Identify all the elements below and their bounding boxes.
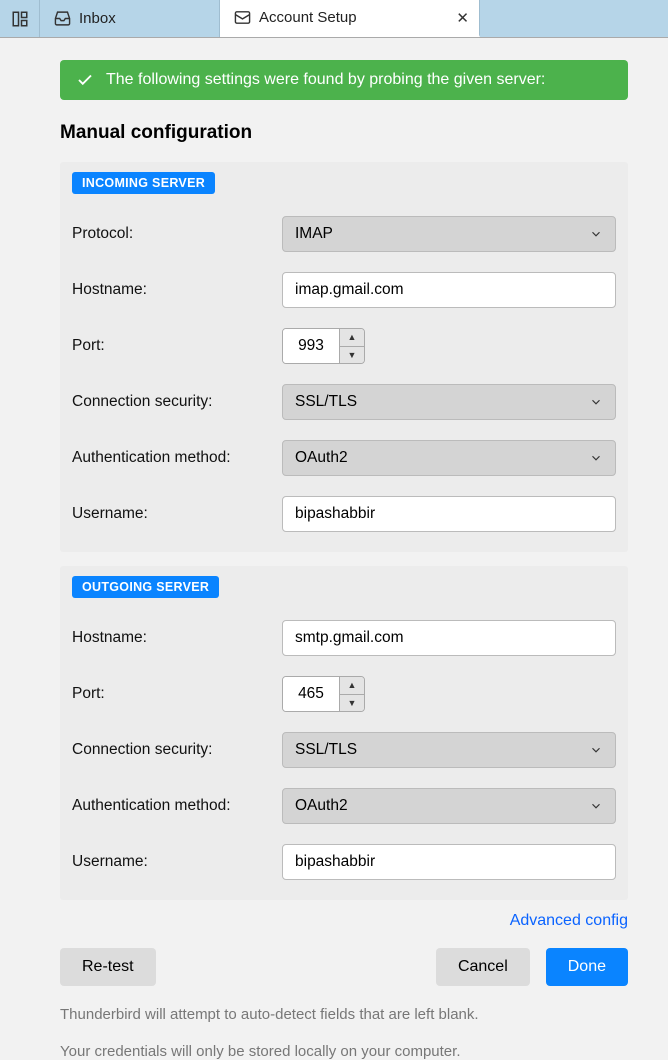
- incoming-server-block: INCOMING SERVER Protocol: IMAP Hostname:…: [60, 162, 628, 552]
- tab-bar: Inbox Account Setup ✕: [0, 0, 668, 38]
- outgoing-hostname-input[interactable]: [282, 620, 616, 656]
- protocol-label: Protocol:: [72, 225, 282, 243]
- cancel-button[interactable]: Cancel: [436, 948, 530, 986]
- outgoing-auth-label: Authentication method:: [72, 797, 282, 815]
- tab-account-setup[interactable]: Account Setup ✕: [220, 0, 480, 37]
- incoming-port-label: Port:: [72, 337, 282, 355]
- outgoing-username-label: Username:: [72, 853, 282, 871]
- outgoing-auth-value: OAuth2: [295, 797, 348, 815]
- outgoing-connsec-label: Connection security:: [72, 741, 282, 759]
- chevron-down-icon: [589, 227, 603, 241]
- spinner-down-icon[interactable]: ▼: [340, 347, 364, 364]
- outgoing-server-block: OUTGOING SERVER Hostname: Port: ▲ ▼ Conn…: [60, 566, 628, 900]
- incoming-port-stepper[interactable]: ▲ ▼: [282, 328, 365, 364]
- incoming-username-input[interactable]: [282, 496, 616, 532]
- tab-inbox[interactable]: Inbox: [40, 0, 220, 37]
- tab-inbox-label: Inbox: [79, 10, 116, 27]
- hint-autodetect: Thunderbird will attempt to auto-detect …: [60, 1006, 628, 1023]
- inbox-icon: [54, 10, 71, 27]
- outgoing-connsec-select[interactable]: SSL/TLS: [282, 732, 616, 768]
- outgoing-port-label: Port:: [72, 685, 282, 703]
- retest-button[interactable]: Re-test: [60, 948, 156, 986]
- spaces-toolbar-icon[interactable]: [0, 0, 40, 37]
- incoming-auth-label: Authentication method:: [72, 449, 282, 467]
- close-icon[interactable]: ✕: [456, 9, 469, 27]
- tab-account-setup-label: Account Setup: [259, 9, 357, 26]
- outgoing-hostname-label: Hostname:: [72, 629, 282, 647]
- outgoing-port-stepper[interactable]: ▲ ▼: [282, 676, 365, 712]
- outgoing-connsec-value: SSL/TLS: [295, 741, 357, 759]
- outgoing-port-input[interactable]: [283, 677, 339, 711]
- spinner-up-icon[interactable]: ▲: [340, 677, 364, 695]
- outgoing-heading: OUTGOING SERVER: [72, 576, 219, 598]
- incoming-heading: INCOMING SERVER: [72, 172, 215, 194]
- settings-icon: [234, 9, 251, 26]
- banner-text: The following settings were found by pro…: [106, 71, 545, 89]
- outgoing-auth-select[interactable]: OAuth2: [282, 788, 616, 824]
- incoming-port-input[interactable]: [283, 329, 339, 363]
- check-icon: [76, 71, 94, 89]
- incoming-connsec-value: SSL/TLS: [295, 393, 357, 411]
- incoming-hostname-label: Hostname:: [72, 281, 282, 299]
- protocol-select[interactable]: IMAP: [282, 216, 616, 252]
- section-title: Manual configuration: [60, 122, 628, 144]
- incoming-auth-select[interactable]: OAuth2: [282, 440, 616, 476]
- incoming-connsec-select[interactable]: SSL/TLS: [282, 384, 616, 420]
- success-banner: The following settings were found by pro…: [60, 60, 628, 100]
- chevron-down-icon: [589, 799, 603, 813]
- outgoing-username-input[interactable]: [282, 844, 616, 880]
- spinner-up-icon[interactable]: ▲: [340, 329, 364, 347]
- incoming-username-label: Username:: [72, 505, 282, 523]
- incoming-hostname-input[interactable]: [282, 272, 616, 308]
- incoming-connsec-label: Connection security:: [72, 393, 282, 411]
- hint-credentials: Your credentials will only be stored loc…: [60, 1043, 628, 1060]
- incoming-auth-value: OAuth2: [295, 449, 348, 467]
- protocol-value: IMAP: [295, 225, 333, 243]
- spinner-down-icon[interactable]: ▼: [340, 695, 364, 712]
- advanced-config-link[interactable]: Advanced config: [60, 912, 628, 930]
- chevron-down-icon: [589, 743, 603, 757]
- chevron-down-icon: [589, 451, 603, 465]
- chevron-down-icon: [589, 395, 603, 409]
- done-button[interactable]: Done: [546, 948, 628, 986]
